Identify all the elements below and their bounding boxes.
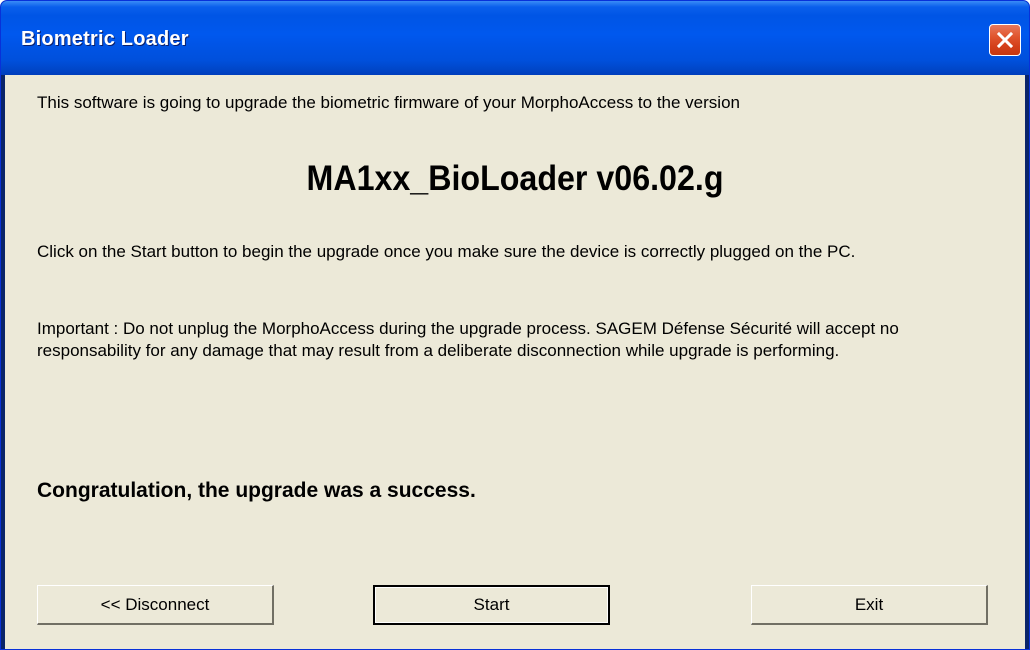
intro-text: This software is going to upgrade the bi… (37, 93, 740, 112)
dialog-window: Biometric Loader This software is going … (0, 0, 1030, 650)
dialog-body: This software is going to upgrade the bi… (5, 75, 1025, 649)
exit-button[interactable]: Exit (751, 585, 988, 625)
status-message: Congratulation, the upgrade was a succes… (37, 479, 476, 502)
important-warning-text: Important : Do not unplug the MorphoAcce… (37, 319, 899, 360)
window-title: Biometric Loader (21, 28, 189, 50)
close-button[interactable] (989, 24, 1021, 56)
instructions-text: Click on the Start button to begin the u… (37, 242, 856, 261)
disconnect-button[interactable]: << Disconnect (37, 585, 274, 625)
start-button[interactable]: Start (373, 585, 610, 625)
title-bar[interactable]: Biometric Loader (1, 1, 1029, 75)
version-heading: MA1xx_BioLoader v06.02.g (306, 159, 724, 198)
close-icon (996, 31, 1014, 49)
